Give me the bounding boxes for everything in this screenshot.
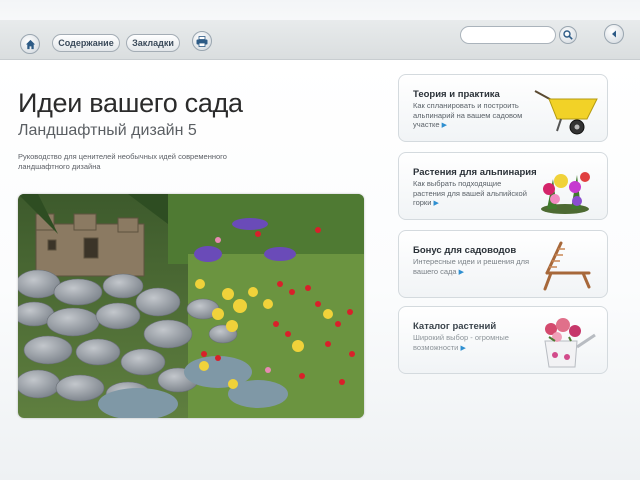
card-rockery-plants[interactable]: Растения для альпинария Как выбрать подх…	[398, 152, 608, 220]
card-text: Как выбрать подходящие растения для ваше…	[413, 179, 527, 207]
search-button[interactable]	[559, 26, 577, 44]
card-title: Растения для альпинария	[413, 167, 537, 178]
card-plant-catalog[interactable]: Каталог растений Широкий выбор - огромны…	[398, 306, 608, 374]
print-button[interactable]	[192, 31, 212, 51]
contents-label: Содержание	[58, 38, 114, 48]
flower-bouquet-icon	[541, 172, 590, 214]
search-icon	[563, 30, 573, 40]
bookmarks-label: Закладки	[132, 38, 174, 48]
watering-can-icon	[544, 318, 596, 368]
print-icon	[196, 35, 208, 47]
home-button[interactable]	[20, 34, 40, 54]
exit-icon	[612, 30, 616, 38]
rock-garden-photo	[18, 194, 364, 418]
contents-button[interactable]: Содержание	[52, 34, 120, 52]
card-theory-practice[interactable]: Теория и практика Как спланировать и пос…	[398, 74, 608, 142]
arrow-right-icon: ▶	[458, 268, 465, 276]
card-title: Теория и практика	[413, 89, 500, 100]
page-title: Идеи вашего сада	[18, 88, 243, 118]
card-title: Бонус для садоводов	[413, 245, 517, 256]
home-icon	[25, 39, 35, 49]
arrow-right-icon: ▶	[441, 122, 448, 129]
card-text: Широкий выбор - огромные возможности ▶	[413, 333, 509, 352]
card-text: Как спланировать и построить альпинарий …	[413, 101, 523, 129]
card-text: Интересные идеи и решения для вашего сад…	[413, 257, 530, 276]
exit-button[interactable]	[604, 24, 624, 44]
search-input[interactable]	[460, 26, 556, 44]
card-gardener-bonus[interactable]: Бонус для садоводов Интересные идеи и ре…	[398, 230, 608, 298]
arrow-right-icon: ▶	[433, 200, 439, 207]
arrow-right-icon: ▶	[460, 344, 466, 352]
wheelbarrow-icon	[534, 90, 598, 135]
page-description: Руководство для ценителей необычных идей…	[18, 152, 227, 171]
bookmarks-button[interactable]: Закладки	[126, 34, 180, 52]
app-window: Содержание Закладки Идеи вашего сада Лан…	[0, 0, 640, 480]
card-title: Каталог растений	[413, 321, 497, 332]
page-subtitle: Ландшафтный дизайн 5	[18, 122, 197, 139]
lounge-chair-icon	[543, 241, 591, 291]
